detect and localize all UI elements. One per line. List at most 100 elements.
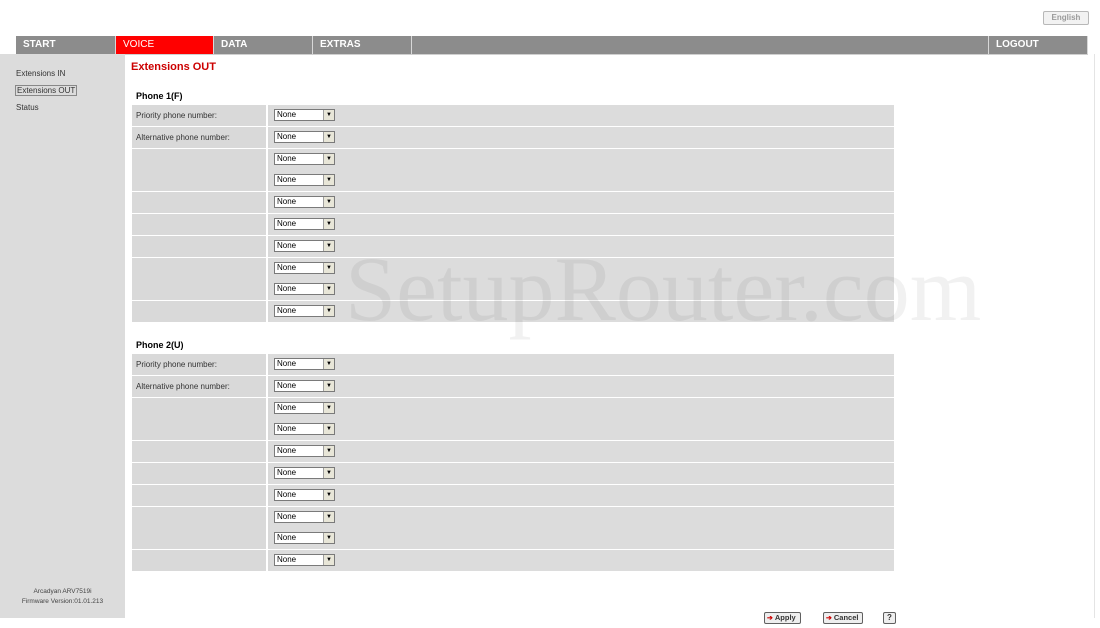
logout-button[interactable]: LOGOUT	[988, 36, 1088, 54]
table-row: None ▼	[132, 397, 894, 419]
select-value: None	[277, 110, 297, 119]
row-label	[132, 257, 268, 279]
phone1-title: Phone 1(F)	[136, 91, 183, 101]
phone-number-select[interactable]: None ▼	[274, 217, 335, 230]
phone-number-select[interactable]: None ▼	[274, 488, 335, 501]
row-label	[132, 462, 268, 484]
phone-number-select[interactable]: None ▼	[274, 423, 335, 436]
phone2-title: Phone 2(U)	[136, 340, 184, 350]
help-button[interactable]: ?	[883, 612, 896, 624]
row-label	[132, 528, 268, 550]
select-value: None	[277, 533, 297, 543]
row-label: Priority phone number:	[132, 354, 268, 375]
select-value: None	[277, 131, 297, 141]
language-button[interactable]: English	[1043, 11, 1089, 25]
chevron-down-icon: ▼	[323, 240, 334, 251]
table-row: None ▼	[132, 419, 894, 441]
chevron-down-icon: ▼	[323, 555, 334, 566]
chevron-down-icon: ▼	[323, 218, 334, 229]
table-row: None ▼	[132, 462, 894, 484]
chevron-down-icon: ▼	[323, 489, 334, 500]
select-value: None	[277, 380, 297, 390]
phone-number-select[interactable]: None ▼	[274, 532, 335, 545]
select-value: None	[277, 359, 297, 368]
nav-tab-extras[interactable]: EXTRAS	[313, 36, 412, 54]
phone-number-select[interactable]: None ▼	[274, 401, 335, 414]
select-value: None	[277, 489, 297, 499]
chevron-down-icon: ▼	[323, 424, 334, 435]
phone-number-select[interactable]: None ▼	[274, 445, 335, 458]
row-label	[132, 192, 268, 214]
chevron-down-icon: ▼	[323, 359, 334, 369]
sidebar-item-extensions-out[interactable]: Extensions OUT	[15, 85, 78, 96]
row-cell: None ▼	[270, 419, 894, 441]
sidebar-item-status[interactable]: Status	[15, 102, 40, 113]
page-title: Extensions OUT	[131, 61, 216, 73]
chevron-down-icon: ▼	[323, 446, 334, 457]
row-label	[132, 235, 268, 257]
table-row: Priority phone number: None ▼	[132, 354, 894, 375]
select-value: None	[277, 175, 297, 185]
phone-number-select[interactable]: None ▼	[274, 283, 335, 296]
chevron-down-icon: ▼	[323, 110, 334, 120]
row-cell: None ▼	[270, 375, 894, 397]
sidebar-item-extensions-in[interactable]: Extensions IN	[15, 68, 66, 79]
phone-number-select[interactable]: None ▼	[274, 152, 335, 165]
phone-number-select[interactable]: None ▼	[274, 109, 335, 121]
row-cell: None ▼	[270, 235, 894, 257]
row-cell: None ▼	[270, 279, 894, 301]
apply-button[interactable]: ➔ Apply	[764, 612, 801, 624]
phone-number-select[interactable]: None ▼	[274, 554, 335, 567]
phone-number-select[interactable]: None ▼	[274, 510, 335, 523]
firmware-version: Firmware Version:01.01.213	[21, 598, 104, 605]
select-value: None	[277, 284, 297, 294]
select-value: None	[277, 240, 297, 250]
nav-tab-data[interactable]: DATA	[214, 36, 313, 54]
row-cell: None ▼	[270, 148, 894, 170]
nav-tab-voice[interactable]: VOICE	[116, 36, 214, 54]
sidebar: Extensions IN Extensions OUT Status Arca…	[0, 54, 125, 618]
row-label	[132, 148, 268, 170]
row-cell: None ▼	[270, 192, 894, 214]
cancel-button[interactable]: ➔ Cancel	[823, 612, 864, 624]
table-row: None ▼	[132, 506, 894, 528]
phone-number-select[interactable]: None ▼	[274, 379, 335, 392]
chevron-down-icon: ▼	[323, 467, 334, 478]
row-cell: None ▼	[270, 528, 894, 550]
chevron-down-icon: ▼	[323, 284, 334, 295]
phone-number-select[interactable]: None ▼	[274, 239, 335, 252]
scrollbar[interactable]	[1094, 54, 1100, 618]
row-cell: None ▼	[270, 301, 894, 323]
arrow-right-icon: ➔	[826, 615, 832, 622]
table-row: Alternative phone number: None ▼	[132, 126, 894, 148]
chevron-down-icon: ▼	[323, 402, 334, 413]
row-label	[132, 279, 268, 301]
select-value: None	[277, 446, 297, 456]
select-value: None	[277, 555, 297, 565]
row-label	[132, 397, 268, 419]
row-cell: None ▼	[270, 506, 894, 528]
arrow-right-icon: ➔	[767, 615, 773, 622]
phone-number-select[interactable]: None ▼	[274, 305, 335, 318]
nav-tab-start[interactable]: START	[16, 36, 116, 54]
table-row: None ▼	[132, 484, 894, 506]
table-row: None ▼	[132, 170, 894, 192]
table-row: None ▼	[132, 301, 894, 323]
phone-number-select[interactable]: None ▼	[274, 130, 335, 143]
phone-number-select[interactable]: None ▼	[274, 358, 335, 370]
phone-number-select[interactable]: None ▼	[274, 196, 335, 209]
phone-number-select[interactable]: None ▼	[274, 466, 335, 479]
row-label	[132, 506, 268, 528]
chevron-down-icon: ▼	[323, 306, 334, 317]
row-cell: None ▼	[270, 397, 894, 419]
table-row: None ▼	[132, 441, 894, 463]
select-value: None	[277, 402, 297, 412]
phone-number-select[interactable]: None ▼	[274, 174, 335, 187]
table-row: None ▼	[132, 235, 894, 257]
row-cell: None ▼	[270, 441, 894, 463]
table-row: None ▼	[132, 528, 894, 550]
device-model: Arcadyan ARV7519i	[33, 588, 92, 595]
select-value: None	[277, 306, 297, 316]
phone-number-select[interactable]: None ▼	[274, 261, 335, 274]
row-label	[132, 441, 268, 463]
